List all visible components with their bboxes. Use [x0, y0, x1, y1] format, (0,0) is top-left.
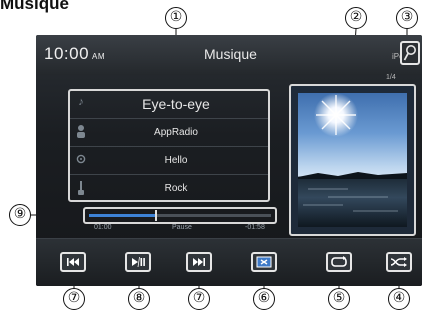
genre-row: Rock — [70, 175, 268, 202]
callout-1: ① — [165, 7, 187, 29]
shuffle-button[interactable] — [386, 252, 412, 272]
search-icon — [403, 45, 416, 61]
playback-status: Pause — [172, 224, 192, 231]
track-title: Eye-to-eye — [142, 96, 210, 112]
display-toggle-button[interactable] — [251, 252, 277, 272]
album-art — [298, 93, 407, 227]
album-name: Hello — [164, 155, 188, 166]
genre-name: Rock — [164, 183, 188, 194]
callout-3: ③ — [396, 7, 418, 29]
track-title-row: ♪ Eye-to-eye — [70, 91, 268, 119]
clock-time: 10:00 — [44, 44, 90, 63]
callout-2: ② — [345, 7, 367, 29]
search-button[interactable] — [400, 41, 420, 65]
artist-row: AppRadio — [70, 119, 268, 147]
track-counter: 1/4 — [386, 74, 396, 81]
figure-heading: Musique — [0, 0, 69, 13]
progress-fill — [89, 214, 157, 217]
artist-name: AppRadio — [154, 127, 198, 138]
track-info-panel[interactable]: ♪ Eye-to-eye AppRadio Hello Rock — [68, 89, 270, 202]
display-toggle-icon — [256, 256, 272, 268]
callout-7a: ⑦ — [63, 288, 85, 310]
music-note-icon: ♪ — [78, 96, 84, 108]
repeat-icon — [331, 256, 347, 267]
album-row: Hello — [70, 147, 268, 175]
shuffle-icon — [390, 257, 407, 267]
album-icon — [75, 152, 87, 168]
album-art-frame[interactable] — [289, 84, 416, 236]
repeat-button[interactable] — [326, 252, 352, 272]
callout-9: ⑨ — [9, 204, 31, 226]
elapsed-time: 01:00 — [94, 224, 112, 231]
progress-bar[interactable] — [83, 207, 277, 224]
remaining-time: -01:58 — [245, 224, 265, 231]
callout-5: ⑤ — [328, 288, 350, 310]
callout-4: ④ — [388, 288, 410, 310]
progress-track — [89, 210, 271, 221]
audio-screen: 10:00AM Musique iPod 1/4 ♪ Eye-to-eye Ap… — [36, 35, 422, 286]
status-bar: 10:00AM Musique iPod — [36, 35, 422, 75]
previous-track-button[interactable] — [60, 252, 86, 272]
callout-8: ⑧ — [128, 288, 150, 310]
callout-6: ⑥ — [253, 288, 275, 310]
artist-icon — [75, 124, 87, 140]
source-title: Musique — [204, 46, 257, 62]
clock-ampm: AM — [92, 52, 106, 61]
control-bar — [36, 238, 422, 286]
previous-track-icon — [67, 258, 79, 266]
play-pause-icon — [132, 256, 145, 268]
play-pause-button[interactable] — [125, 252, 151, 272]
next-track-button[interactable] — [186, 252, 212, 272]
progress-knob[interactable] — [155, 210, 158, 221]
album-art-image — [298, 93, 407, 212]
next-track-icon — [193, 258, 205, 266]
clock: 10:00 AM — [44, 44, 105, 64]
callout-7b: ⑦ — [188, 288, 210, 310]
genre-icon — [75, 180, 87, 196]
